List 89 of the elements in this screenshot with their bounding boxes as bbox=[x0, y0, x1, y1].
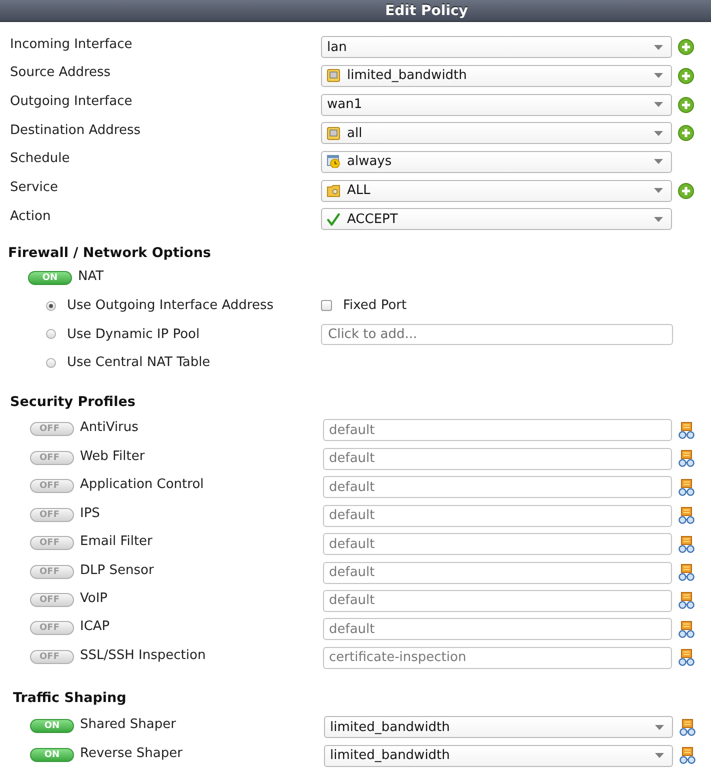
document-glasses-icon[interactable] bbox=[678, 592, 695, 610]
field-label: Incoming Interface bbox=[10, 36, 132, 52]
shaper-label: Shared Shaper bbox=[80, 717, 176, 732]
ip-pool-field[interactable]: Click to add... bbox=[321, 324, 673, 345]
radio-label: Use Dynamic IP Pool bbox=[67, 326, 200, 342]
dropdown[interactable]: lan bbox=[321, 36, 672, 58]
folder-icon bbox=[327, 184, 340, 198]
toggle-switch[interactable]: OFF bbox=[30, 621, 74, 636]
document-glasses-icon[interactable] bbox=[678, 478, 695, 496]
profile-label: IPS bbox=[80, 506, 100, 521]
field-label: Destination Address bbox=[10, 122, 141, 138]
toggle-switch[interactable]: OFF bbox=[30, 508, 74, 522]
caret-icon bbox=[654, 44, 663, 50]
radio-label: Use Outgoing Interface Address bbox=[67, 298, 274, 314]
section-heading: Security Profiles bbox=[10, 394, 136, 410]
radio-button[interactable] bbox=[46, 358, 56, 368]
profile-field[interactable]: default bbox=[323, 476, 672, 498]
checkmark-icon bbox=[327, 212, 340, 226]
checkbox[interactable] bbox=[321, 300, 332, 312]
dropdown[interactable]: limited_bandwidth bbox=[321, 64, 672, 87]
square-tile-icon bbox=[327, 126, 340, 140]
profile-field[interactable]: certificate-inspection bbox=[323, 646, 672, 669]
toggle-switch[interactable]: OFF bbox=[30, 450, 74, 465]
caret-icon bbox=[654, 130, 663, 136]
document-glasses-icon[interactable] bbox=[678, 422, 695, 439]
radio-button[interactable] bbox=[46, 300, 56, 311]
radio-label: Use Central NAT Table bbox=[67, 355, 210, 370]
window-title: Edit Policy bbox=[385, 2, 468, 20]
option-label: NAT bbox=[78, 269, 104, 284]
toggle-switch[interactable]: OFF bbox=[30, 479, 74, 494]
profile-field[interactable]: default bbox=[323, 590, 672, 612]
document-glasses-icon[interactable] bbox=[678, 536, 695, 553]
field-label: Schedule bbox=[10, 151, 70, 166]
section-heading: Firewall / Network Options bbox=[8, 244, 211, 261]
document-glasses-icon[interactable] bbox=[679, 747, 696, 764]
dropdown[interactable]: ALL bbox=[321, 180, 672, 202]
calendar-clock-icon bbox=[327, 155, 340, 168]
plus-icon[interactable] bbox=[678, 182, 694, 199]
profile-field[interactable]: default bbox=[323, 504, 672, 527]
profile-label: DLP Sensor bbox=[80, 562, 154, 578]
toggle-switch[interactable]: OFF bbox=[30, 536, 74, 550]
plus-icon[interactable] bbox=[678, 68, 694, 84]
dropdown[interactable]: ACCEPT bbox=[321, 208, 672, 230]
dropdown[interactable]: wan1 bbox=[321, 94, 672, 116]
caret-icon bbox=[654, 102, 663, 108]
field-label: Source Address bbox=[10, 65, 111, 80]
profile-field[interactable]: default bbox=[323, 448, 672, 470]
dropdown[interactable]: always bbox=[321, 150, 672, 173]
document-glasses-icon[interactable] bbox=[678, 620, 695, 638]
document-glasses-icon[interactable] bbox=[679, 718, 696, 736]
profile-label: VoIP bbox=[80, 590, 108, 606]
field-label: Action bbox=[10, 208, 51, 224]
document-glasses-icon[interactable] bbox=[678, 507, 695, 524]
section-heading: Traffic Shaping bbox=[13, 690, 126, 706]
caret-icon bbox=[654, 73, 663, 78]
square-tile-icon bbox=[327, 69, 340, 82]
profile-field[interactable]: default bbox=[323, 618, 672, 640]
document-glasses-icon[interactable] bbox=[678, 649, 695, 666]
dropdown[interactable]: all bbox=[321, 122, 672, 144]
profile-label: Email Filter bbox=[80, 534, 152, 550]
profile-field[interactable]: default bbox=[323, 533, 672, 556]
profile-label: Application Control bbox=[80, 477, 204, 492]
radio-button[interactable] bbox=[46, 329, 56, 340]
caret-icon bbox=[655, 753, 664, 758]
dropdown[interactable]: limited_bandwidth bbox=[324, 744, 673, 767]
checkbox-label: Fixed Port bbox=[343, 298, 407, 314]
toggle-switch[interactable]: OFF bbox=[30, 422, 74, 436]
document-glasses-icon[interactable] bbox=[678, 450, 695, 468]
profile-field[interactable]: default bbox=[323, 419, 672, 442]
toggle-switch[interactable]: OFF bbox=[30, 564, 74, 578]
field-label: Service bbox=[10, 180, 58, 196]
plus-icon[interactable] bbox=[678, 125, 694, 142]
caret-icon bbox=[654, 188, 663, 194]
caret-icon bbox=[654, 159, 663, 164]
shaper-label: Reverse Shaper bbox=[80, 746, 182, 761]
field-label: Outgoing Interface bbox=[10, 94, 132, 110]
caret-icon bbox=[654, 216, 663, 222]
document-glasses-icon[interactable] bbox=[678, 564, 695, 581]
profile-label: SSL/SSH Inspection bbox=[80, 648, 206, 663]
profile-label: ICAP bbox=[80, 619, 110, 634]
profile-label: AntiVirus bbox=[80, 420, 138, 436]
toggle-switch[interactable]: OFF bbox=[30, 592, 74, 607]
profile-label: Web Filter bbox=[80, 448, 145, 464]
caret-icon bbox=[655, 724, 664, 730]
plus-icon[interactable] bbox=[678, 96, 694, 113]
dropdown[interactable]: limited_bandwidth bbox=[324, 716, 673, 738]
plus-icon[interactable] bbox=[678, 39, 694, 56]
toggle-switch[interactable]: OFF bbox=[30, 650, 74, 664]
profile-field[interactable]: default bbox=[323, 562, 672, 584]
